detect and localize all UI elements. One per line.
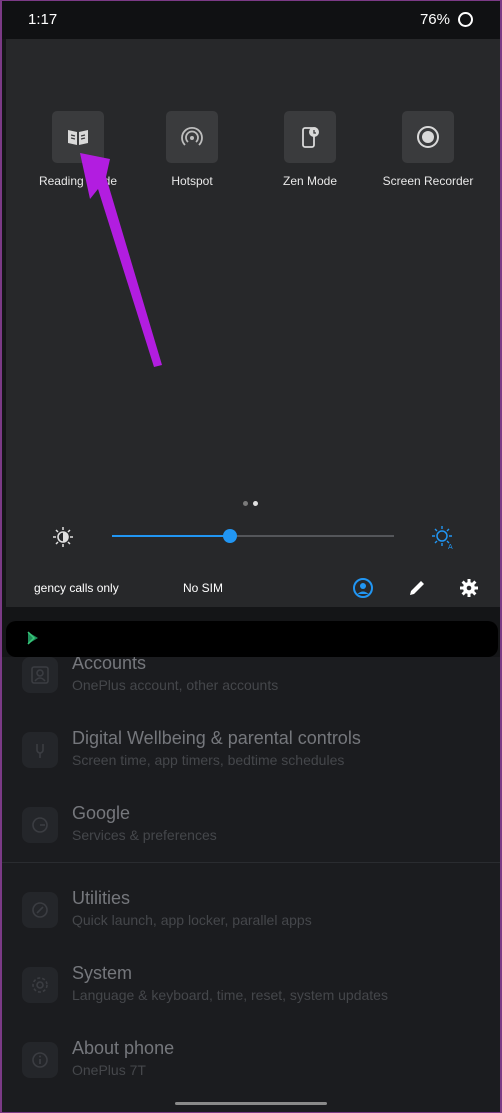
setting-subtitle: Screen time, app timers, bedtime schedul… [72,752,345,768]
setting-subtitle: OnePlus account, other accounts [72,677,279,693]
info-icon [22,1042,58,1078]
brightness-low-icon [53,527,73,547]
gear-icon[interactable] [458,577,480,599]
system-gear-icon [22,967,58,1003]
page-dot-active[interactable] [253,501,258,506]
home-indicator[interactable] [175,1102,327,1105]
play-store-icon [27,631,38,645]
setting-title: Utilities [72,888,131,908]
auto-brightness-icon[interactable]: A [430,524,456,550]
edit-icon[interactable] [406,577,428,599]
account-icon [22,657,58,693]
setting-title: About phone [72,1038,175,1058]
settings-item-about-phone[interactable]: About phone OnePlus 7T [22,1038,492,1098]
settings-item-system[interactable]: System Language & keyboard, time, reset,… [22,963,492,1023]
section-divider [2,862,500,863]
settings-item-google[interactable]: Google Services & preferences [22,803,492,863]
settings-list: Accounts OnePlus account, other accounts… [2,653,500,1112]
settings-item-digital-wellbeing[interactable]: Digital Wellbeing & parental controls Sc… [22,728,492,788]
setting-subtitle: Services & preferences [72,827,217,843]
setting-title: Google [72,803,131,823]
setting-title: System [72,963,133,983]
svg-text:A: A [448,544,453,550]
utilities-icon [22,892,58,928]
setting-subtitle: Language & keyboard, time, reset, system… [72,987,388,1003]
annotation-arrow [80,153,162,367]
phone-screen: 1:17 76% Accounts OnePlus account, other… [2,1,500,1112]
setting-title: Digital Wellbeing & parental controls [72,728,361,748]
user-icon[interactable] [352,577,374,599]
settings-item-utilities[interactable]: Utilities Quick launch, app locker, para… [22,888,492,948]
brightness-slider-thumb[interactable] [223,529,238,543]
brightness-slider-fill [112,535,231,537]
brightness-slider[interactable] [112,529,394,543]
page-dot-inactive[interactable] [243,501,248,506]
wellbeing-icon [22,732,58,768]
page-indicator [243,493,263,511]
setting-subtitle: Quick launch, app locker, parallel apps [72,912,312,928]
google-icon [22,807,58,843]
setting-subtitle: OnePlus 7T [72,1062,146,1078]
settings-item-accounts[interactable]: Accounts OnePlus account, other accounts [22,653,492,713]
carrier-status: gency calls only [34,581,119,595]
notification-bar[interactable] [6,621,498,657]
sim-status: No SIM [183,581,224,595]
